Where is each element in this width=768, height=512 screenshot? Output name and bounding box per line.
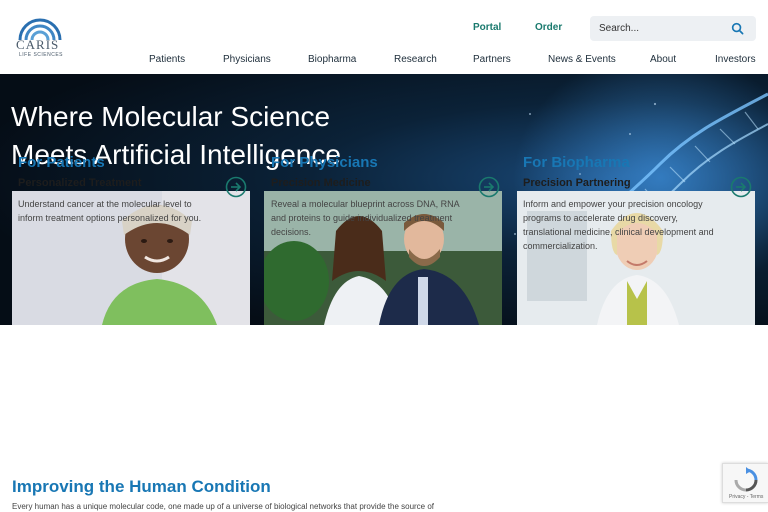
card-patients-subtitle: Personalized Treatment (18, 177, 142, 189)
logo-wordmark: CARIS (16, 37, 60, 52)
nav-research[interactable]: Research (394, 54, 437, 65)
nav-news-events[interactable]: News & Events (548, 54, 616, 65)
nav-physicians[interactable]: Physicians (223, 54, 271, 65)
card-biopharma-subtitle: Precision Partnering (523, 177, 631, 189)
nav-investors[interactable]: Investors (715, 54, 756, 65)
card-biopharma-description: Inform and empower your precision oncolo… (523, 199, 714, 251)
card-physicians-title[interactable]: For Physicians (271, 154, 378, 171)
card-physicians-subtitle: Precision Medicine (271, 177, 371, 189)
nav-biopharma[interactable]: Biopharma (308, 54, 356, 65)
recaptcha-icon (734, 467, 758, 492)
search-icon[interactable] (731, 22, 744, 35)
hero-heading-line1: Where Molecular Science (11, 101, 331, 132)
card-patients-description: Understand cancer at the molecular level… (18, 199, 202, 223)
card-patients-title[interactable]: For Patients (18, 154, 105, 171)
arrow-right-circle-icon[interactable] (225, 176, 247, 198)
order-link[interactable]: Order (535, 22, 562, 33)
section-body-text: Every human has a unique molecular code,… (12, 502, 435, 511)
site-header: CARIS LIFE SCIENCES Portal Order Search.… (0, 0, 768, 74)
nav-about[interactable]: About (650, 54, 676, 65)
recaptcha-links[interactable]: Privacy - Terms (729, 494, 763, 500)
arrow-right-circle-icon[interactable] (730, 176, 752, 198)
section-heading: Improving the Human Condition (12, 477, 271, 496)
recaptcha-badge[interactable]: Privacy - Terms (722, 463, 768, 503)
search-input[interactable]: Search... (590, 16, 756, 41)
search-placeholder: Search... (599, 23, 640, 34)
nav-partners[interactable]: Partners (473, 54, 511, 65)
card-biopharma-title[interactable]: For Biopharma (523, 154, 630, 171)
arrow-right-circle-icon[interactable] (478, 176, 500, 198)
card-physicians-description: Reveal a molecular blueprint across DNA,… (271, 199, 460, 237)
portal-link[interactable]: Portal (473, 22, 501, 33)
nav-patients[interactable]: Patients (149, 54, 185, 65)
main-nav: Patients Physicians Biopharma Research P… (0, 54, 768, 68)
